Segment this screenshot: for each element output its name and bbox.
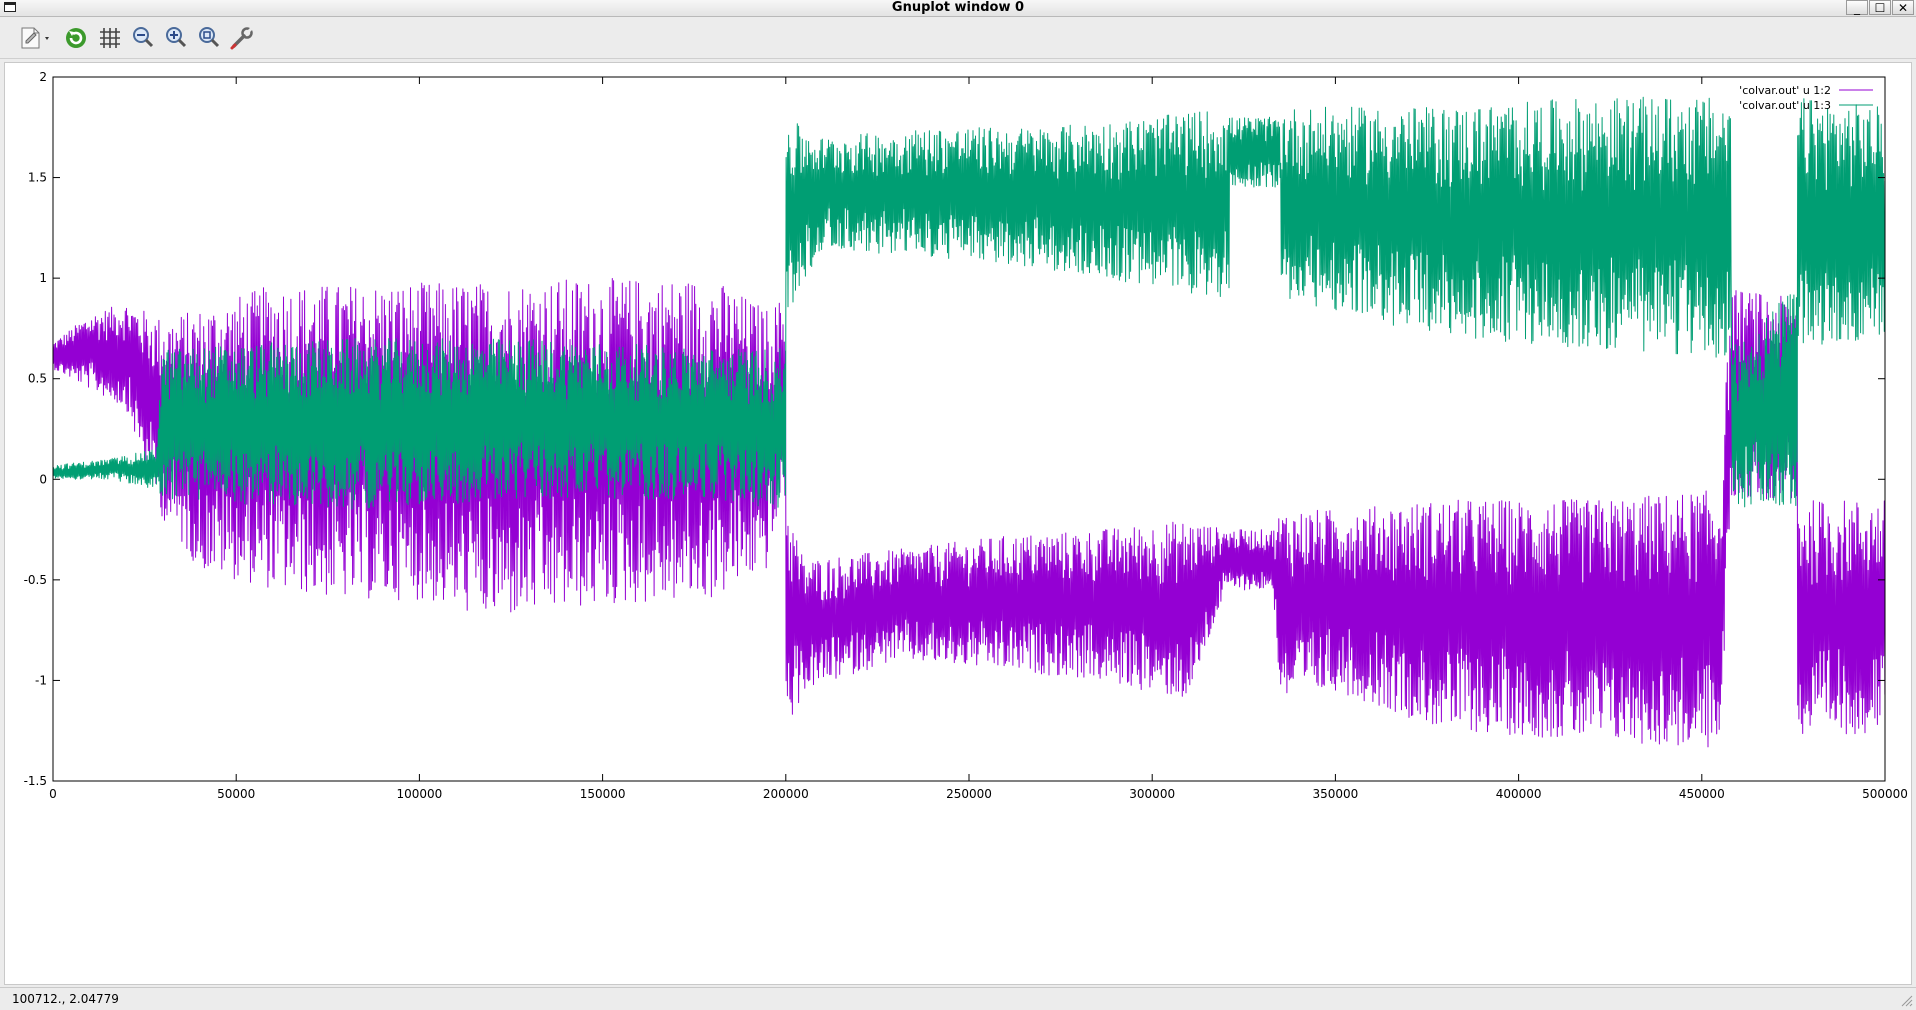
- zoom-fit-icon: [199, 27, 220, 48]
- x-tick-label: 400000: [1496, 787, 1542, 801]
- wrench-icon: [230, 26, 254, 50]
- autoscale-button[interactable]: [196, 25, 222, 51]
- page-export-icon: [21, 27, 49, 49]
- x-tick-label: 150000: [580, 787, 626, 801]
- zoom-in-icon: [166, 27, 187, 48]
- y-tick-label: -0.5: [24, 573, 47, 587]
- x-tick-label: 300000: [1129, 787, 1175, 801]
- mouse-coordinates: 100712., 2.04779: [12, 992, 119, 1006]
- legend-label: 'colvar.out' u 1:2: [1739, 84, 1831, 97]
- y-tick-label: 1: [39, 271, 47, 285]
- options-button[interactable]: [229, 25, 255, 51]
- title-bar: Gnuplot window 0 _ ☐ ✕: [0, 0, 1916, 17]
- y-tick-label: 0.5: [28, 372, 47, 386]
- series-line-2: [52, 96, 1886, 510]
- x-tick-label: 0: [49, 787, 57, 801]
- close-button[interactable]: ✕: [1892, 0, 1914, 15]
- x-tick-label: 250000: [946, 787, 992, 801]
- y-tick-label: -1.5: [24, 774, 47, 788]
- x-tick-label: 200000: [763, 787, 809, 801]
- toolbar: [0, 17, 1916, 59]
- y-tick-label: 2: [39, 70, 47, 84]
- x-tick-label: 450000: [1679, 787, 1725, 801]
- maximize-button[interactable]: ☐: [1869, 0, 1891, 15]
- series-layer: [52, 96, 1886, 748]
- legend: 'colvar.out' u 1:2 'colvar.out' u 1:3: [1739, 84, 1873, 112]
- x-tick-label: 50000: [217, 787, 255, 801]
- plot-canvas[interactable]: 0 50000 100000 150000 200000 250000 300000 3500…: [4, 62, 1912, 985]
- x-tick-label: 350000: [1312, 787, 1358, 801]
- zoom-next-button[interactable]: [163, 25, 189, 51]
- toggle-grid-button[interactable]: [97, 25, 123, 51]
- y-tick-label: 0: [39, 472, 47, 486]
- y-tick-label: 1.5: [28, 171, 47, 185]
- zoom-previous-button[interactable]: [130, 25, 156, 51]
- x-tick-label: 500000: [1862, 787, 1908, 801]
- y-tick-label: -1: [35, 673, 47, 687]
- status-bar: 100712., 2.04779: [0, 987, 1916, 1010]
- refresh-icon: [66, 28, 86, 48]
- grid-icon: [100, 28, 120, 48]
- minimize-button[interactable]: _: [1846, 0, 1868, 15]
- gnuplot-chart[interactable]: 0 50000 100000 150000 200000 250000 300000 3500…: [5, 63, 1911, 984]
- resize-grip-icon[interactable]: [1901, 995, 1913, 1007]
- x-tick-label: 100000: [396, 787, 442, 801]
- replot-button[interactable]: [63, 25, 89, 51]
- window-title: Gnuplot window 0: [891, 0, 1025, 15]
- legend-label: 'colvar.out' u 1:3: [1739, 99, 1831, 112]
- export-menu-button[interactable]: [18, 25, 54, 51]
- zoom-out-icon: [133, 27, 154, 48]
